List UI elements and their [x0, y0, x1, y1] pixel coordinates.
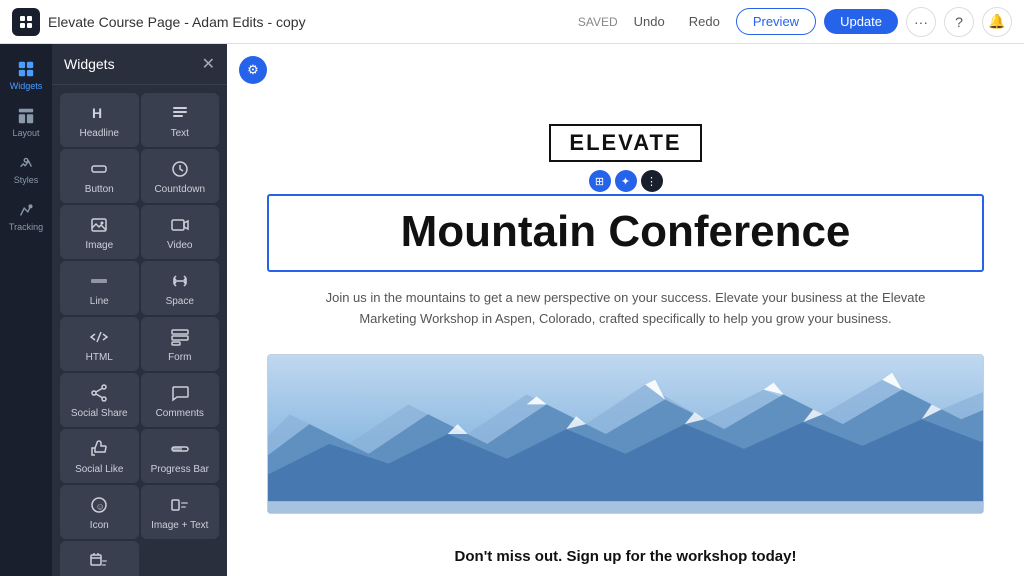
widget-video-label: Video: [167, 240, 192, 251]
widgets-close-button[interactable]: ✕: [202, 54, 215, 74]
topbar-actions: SAVED Undo Redo Preview Update ··· ? 🔔: [578, 7, 1012, 37]
canvas-content: ⚙ ELEVATE ⊞ ✦ ⋮ Mountain Conference Join…: [227, 44, 1024, 576]
widget-line-label: Line: [90, 296, 109, 307]
widget-video[interactable]: Video: [141, 205, 220, 259]
widget-html-label: HTML: [86, 352, 113, 363]
subtext-block: Join us in the mountains to get a new pe…: [227, 272, 1024, 338]
sidebar-item-layout-label: Layout: [12, 128, 39, 138]
widget-line[interactable]: Line: [60, 261, 139, 315]
widget-social-share[interactable]: Social Share: [60, 373, 139, 427]
main-layout: Widgets Layout Styles Tracking Widgets ✕…: [0, 44, 1024, 576]
widget-icon[interactable]: ☺ Icon: [60, 485, 139, 539]
page-title: Elevate Course Page - Adam Edits - copy: [48, 14, 306, 30]
bottom-text: Don't miss out. Sign up for the workshop…: [227, 530, 1024, 576]
widget-image-label: Image: [85, 240, 113, 251]
widget-image[interactable]: Image: [60, 205, 139, 259]
sidebar-item-widgets[interactable]: Widgets: [0, 52, 52, 99]
sidebar-item-widgets-label: Widgets: [10, 81, 43, 91]
saved-label: SAVED: [578, 15, 618, 29]
left-nav: Widgets Layout Styles Tracking: [0, 44, 52, 576]
sidebar-item-tracking-label: Tracking: [9, 222, 43, 232]
update-button[interactable]: Update: [824, 9, 898, 34]
widgets-grid: H Headline Text Button Countdown Image: [52, 85, 227, 576]
preview-button[interactable]: Preview: [736, 8, 816, 35]
widget-form[interactable]: Form: [141, 317, 220, 371]
widgets-panel-title: Widgets: [64, 56, 115, 72]
handle-move[interactable]: ✦: [615, 170, 637, 192]
mountain-image-block[interactable]: [267, 354, 984, 514]
topbar: Elevate Course Page - Adam Edits - copy …: [0, 0, 1024, 44]
widget-headline[interactable]: H Headline: [60, 93, 139, 147]
undo-button[interactable]: Undo: [626, 10, 673, 33]
svg-text:H: H: [92, 105, 102, 121]
selection-handles: ⊞ ✦ ⋮: [589, 170, 663, 192]
mountain-svg: [268, 355, 983, 513]
widget-countdown[interactable]: Countdown: [141, 149, 220, 203]
notifications-button[interactable]: 🔔: [982, 7, 1012, 37]
widget-html[interactable]: HTML: [60, 317, 139, 371]
canvas-area: ⚙ ELEVATE ⊞ ✦ ⋮ Mountain Conference Join…: [227, 44, 1024, 576]
canvas-settings: ⚙: [239, 56, 267, 84]
widgets-panel: Widgets ✕ H Headline Text Button Countd: [52, 44, 227, 576]
handle-more[interactable]: ⋮: [641, 170, 663, 192]
widget-comments-label: Comments: [156, 408, 204, 419]
sidebar-item-styles[interactable]: Styles: [0, 146, 52, 193]
widget-progress-bar-label: Progress Bar: [151, 464, 209, 475]
headline-block[interactable]: Mountain Conference: [267, 194, 984, 272]
widget-comments[interactable]: Comments: [141, 373, 220, 427]
widget-button-label: Button: [85, 184, 114, 195]
widget-image-text-label: Image + Text: [151, 520, 208, 531]
sidebar-item-tracking[interactable]: Tracking: [0, 193, 52, 240]
sidebar-item-styles-label: Styles: [14, 175, 39, 185]
widget-social-like[interactable]: Social Like: [60, 429, 139, 483]
widget-text[interactable]: Text: [141, 93, 220, 147]
elevate-logo-text: ELEVATE: [549, 124, 701, 162]
help-button[interactable]: ?: [944, 7, 974, 37]
more-options-button[interactable]: ···: [906, 7, 936, 37]
widget-image-text[interactable]: Image + Text: [141, 485, 220, 539]
redo-button[interactable]: Redo: [681, 10, 728, 33]
elevate-logo-block: ELEVATE: [227, 44, 1024, 170]
widget-icon-label: Icon: [90, 520, 109, 531]
canvas-gear-button[interactable]: ⚙: [239, 56, 267, 84]
widget-progress-bar[interactable]: Progress Bar: [141, 429, 220, 483]
widgets-header: Widgets ✕: [52, 44, 227, 85]
widget-headline-label: Headline: [80, 128, 119, 139]
widget-countdown-label: Countdown: [154, 184, 205, 195]
widget-space-label: Space: [166, 296, 194, 307]
widget-space[interactable]: Space: [141, 261, 220, 315]
widget-calendar-text[interactable]: Calendar + Text: [60, 541, 139, 576]
app-logo: [12, 8, 40, 36]
widget-text-label: Text: [171, 128, 189, 139]
handle-resize[interactable]: ⊞: [589, 170, 611, 192]
widget-button[interactable]: Button: [60, 149, 139, 203]
sidebar-item-layout[interactable]: Layout: [0, 99, 52, 146]
widget-form-label: Form: [168, 352, 191, 363]
svg-text:☺: ☺: [96, 502, 105, 512]
widget-social-share-label: Social Share: [71, 408, 128, 419]
topbar-left: Elevate Course Page - Adam Edits - copy: [12, 8, 306, 36]
headline-text: Mountain Conference: [269, 196, 982, 270]
widget-social-like-label: Social Like: [75, 464, 123, 475]
